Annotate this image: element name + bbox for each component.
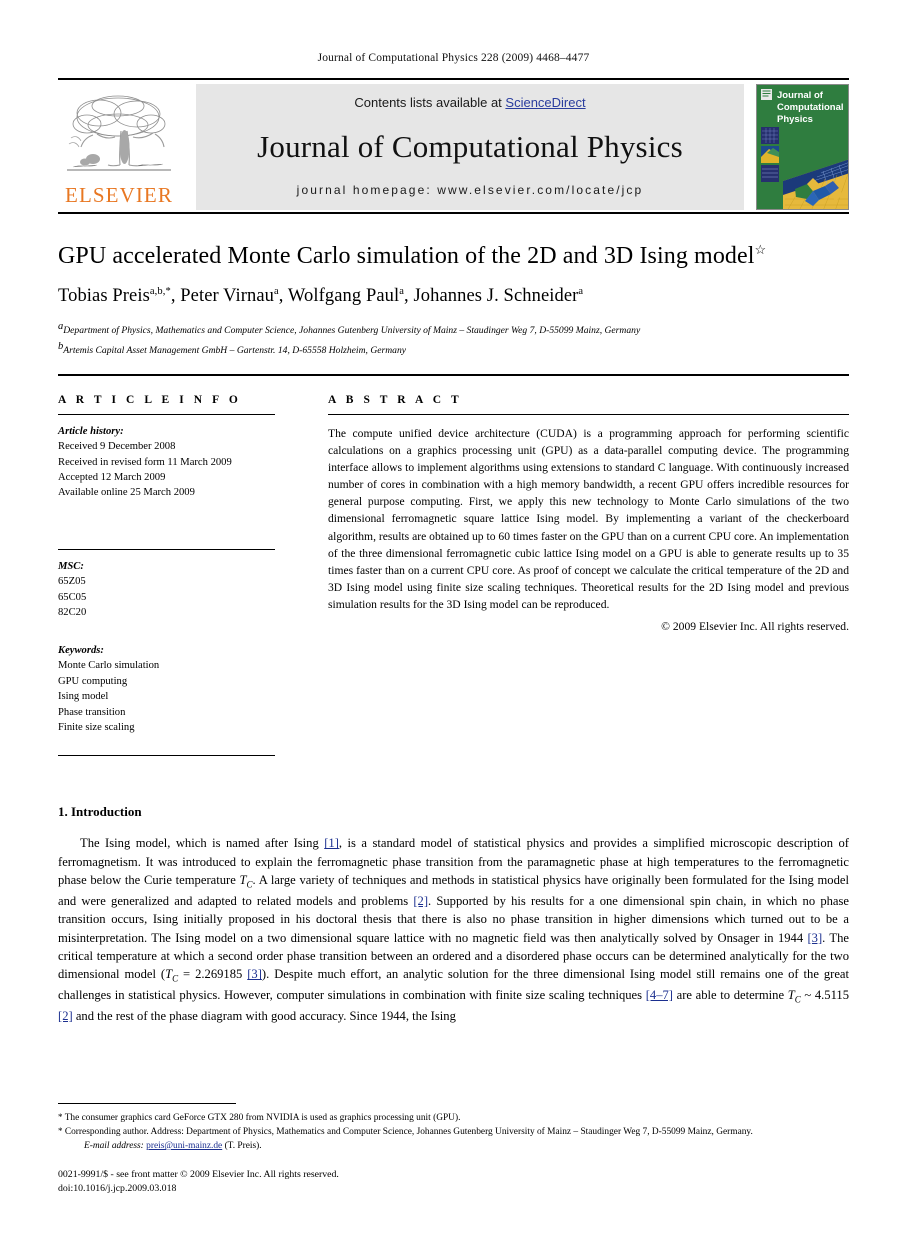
footnote-divider <box>58 1102 236 1104</box>
email-suffix: (T. Preis). <box>224 1140 262 1151</box>
journal-title: Journal of Computational Physics <box>257 128 683 164</box>
intro-part-19: ~ 4.5115 <box>800 987 849 1002</box>
msc-rule <box>58 548 275 550</box>
footnote-email: E-mail address: preis@uni-mainz.de (T. P… <box>58 1140 849 1154</box>
title-footnote-star-icon[interactable]: ☆ <box>755 242 767 257</box>
page-title: GPU accelerated Monte Carlo simulation o… <box>58 242 849 270</box>
footnote-star-text: The consumer graphics card GeForce GTX 2… <box>64 1112 461 1123</box>
imprint-block: 0021-9991/$ - see front matter © 2009 El… <box>58 1168 849 1196</box>
intro-part-12: = 2.269185 <box>178 967 248 982</box>
issn-line: 0021-9991/$ - see front matter © 2009 El… <box>58 1168 339 1180</box>
msc-item-2: 82C20 <box>58 607 87 619</box>
citation-ref-3b[interactable]: [3] <box>247 967 262 981</box>
footnote-star: * The consumer graphics card GeForce GTX… <box>58 1111 849 1126</box>
article-info-rule <box>58 413 275 415</box>
journal-masthead: ELSEVIER Contents lists available at Sci… <box>58 84 849 210</box>
msc-label: MSC: <box>58 560 84 572</box>
citation-ref-3[interactable]: [3] <box>807 931 822 945</box>
keywords-block: Keywords: Monte Carlo simulation GPU com… <box>58 643 275 736</box>
masthead-bottom-rule <box>58 212 849 214</box>
journal-banner: Contents lists available at ScienceDirec… <box>196 84 744 210</box>
elsevier-wordmark: ELSEVIER <box>65 183 173 207</box>
citation-ref-2[interactable]: [2] <box>413 894 428 908</box>
footnote-corresponding-text: Corresponding author. Address: Departmen… <box>64 1127 753 1138</box>
author-name-3: Johannes J. Schneider <box>413 286 579 307</box>
cover-title-line2: Computational <box>777 102 844 113</box>
abstract-heading: A B S T R A C T <box>328 393 463 406</box>
author-name-2: Wolfgang Paul <box>287 286 400 307</box>
paper-page: Journal of Computational Physics 228 (20… <box>0 0 907 1238</box>
sciencedirect-link[interactable]: ScienceDirect <box>505 95 585 110</box>
running-head: Journal of Computational Physics 228 (20… <box>317 52 590 64</box>
history-item-2: Accepted 12 March 2009 <box>58 472 166 484</box>
citation-ref-2b[interactable]: [2] <box>58 1009 73 1023</box>
doi-line[interactable]: doi:10.1016/j.jcp.2009.03.018 <box>58 1182 849 1196</box>
msc-item-0: 65Z05 <box>58 576 86 588</box>
history-item-3: Available online 25 March 2009 <box>58 487 195 499</box>
symbol-tc-1: T <box>239 873 247 888</box>
section-heading-introduction: 1. Introduction <box>58 804 142 820</box>
footnote-star-mark: * <box>58 1111 63 1122</box>
history-item-1: Received in revised form 11 March 2009 <box>58 456 232 468</box>
elsevier-logo: ELSEVIER <box>58 84 180 210</box>
info-section-top-rule <box>58 373 849 376</box>
intro-part-21: and the rest of the phase diagram with g… <box>72 1008 456 1023</box>
history-item-0: Received 9 December 2008 <box>58 441 176 453</box>
article-title-text: GPU accelerated Monte Carlo simulation o… <box>58 243 755 269</box>
journal-cover-thumbnail: Journal of Computational Physics <box>756 84 849 210</box>
article-history-label: Article history: <box>58 425 124 437</box>
keyword-item-1: GPU computing <box>58 675 128 687</box>
author-name-1: Peter Virnau <box>180 286 275 307</box>
keywords-label: Keywords: <box>58 644 104 656</box>
symbol-tc-3: T <box>787 987 795 1002</box>
elsevier-tree-icon <box>63 91 175 183</box>
citation-ref-1[interactable]: [1] <box>324 836 339 850</box>
email-link[interactable]: preis@uni-mainz.de <box>146 1141 222 1151</box>
keywords-spacer <box>58 621 275 634</box>
affiliation-text-b: Artemis Capital Asset Management GmbH – … <box>63 344 407 356</box>
abstract-column: A B S T R A C T The compute unified devi… <box>293 394 849 757</box>
article-history-block: Article history: Received 9 December 200… <box>58 424 275 501</box>
journal-homepage[interactable]: journal homepage: www.elsevier.com/locat… <box>196 183 744 197</box>
author-marks-2: a <box>399 286 404 298</box>
abstract-rule <box>328 413 849 415</box>
introduction-paragraph: The Ising model, which is named after Is… <box>58 834 849 1025</box>
footnote-corresponding-mark: * <box>58 1126 63 1137</box>
keyword-item-3: Phase transition <box>58 706 126 718</box>
affiliations: aDepartment of Physics, Mathematics and … <box>58 319 849 357</box>
keyword-item-0: Monte Carlo simulation <box>58 660 160 672</box>
msc-block: MSC: 65Z05 65C05 82C20 <box>58 559 275 621</box>
keyword-item-2: Ising model <box>58 691 109 703</box>
email-address-label: E-mail address: <box>84 1140 144 1151</box>
article-info-bottom-rule <box>58 755 275 757</box>
author-marks-1: a <box>274 286 279 298</box>
intro-part-16: are able to determine <box>672 987 788 1002</box>
intro-part-0: The Ising model, which is named after Is… <box>80 836 325 851</box>
abstract-copyright: © 2009 Elsevier Inc. All rights reserved… <box>661 620 849 634</box>
contents-available-line: Contents lists available at ScienceDirec… <box>196 95 744 110</box>
affiliation-b: bArtemis Capital Asset Management GmbH –… <box>58 339 849 358</box>
footnote-corresponding: * Corresponding author. Address: Departm… <box>58 1125 849 1140</box>
article-info-heading: A R T I C L E I N F O <box>58 393 242 406</box>
msc-item-1: 65C05 <box>58 591 87 603</box>
author-name-0: Tobias Preis <box>58 286 150 307</box>
abstract-text: The compute unified device architecture … <box>328 426 849 612</box>
affiliation-a: aDepartment of Physics, Mathematics and … <box>58 319 849 338</box>
keyword-item-4: Finite size scaling <box>58 722 135 733</box>
masthead-top-rule <box>58 78 849 80</box>
author-list: Tobias Preisa,b,*, Peter Virnaua, Wolfga… <box>58 286 584 307</box>
footnote-area: * The consumer graphics card GeForce GTX… <box>58 1102 849 1196</box>
cover-title-line1: Journal of <box>777 90 824 101</box>
author-marks-0: a,b,* <box>149 286 171 298</box>
affiliation-text-a: Department of Physics, Mathematics and C… <box>63 325 641 337</box>
contents-available-prefix: Contents lists available at <box>354 95 506 110</box>
info-abstract-row: A R T I C L E I N F O Article history: R… <box>58 394 849 757</box>
citation-ref-4-7[interactable]: [4–7] <box>646 988 673 1002</box>
cover-title-line3: Physics <box>777 114 813 125</box>
author-marks-3: a <box>578 286 584 298</box>
article-info-column: A R T I C L E I N F O Article history: R… <box>58 394 293 757</box>
